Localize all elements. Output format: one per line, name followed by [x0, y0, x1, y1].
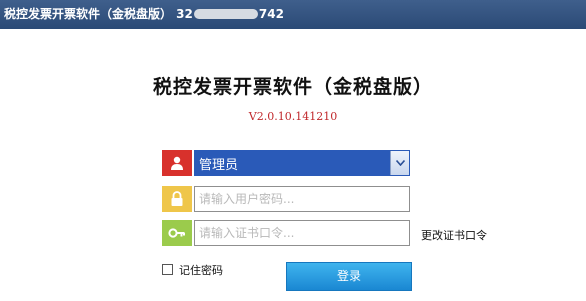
password-row	[162, 186, 410, 212]
remember-password-checkbox[interactable]: 记住密码	[162, 262, 223, 278]
chevron-down-icon[interactable]	[390, 151, 409, 175]
key-icon	[162, 220, 192, 246]
password-field-box	[194, 186, 410, 212]
window-titlebar: 税控发票开票软件（金税盘版） 32 742	[0, 0, 586, 29]
lock-icon	[162, 186, 192, 212]
user-row: 管理员	[162, 150, 410, 176]
version-label: V2.0.10.141210	[248, 110, 338, 123]
user-icon	[162, 150, 192, 176]
window-title-suffix: 742	[258, 7, 284, 21]
cert-password-input[interactable]	[195, 221, 409, 245]
password-input[interactable]	[195, 187, 409, 211]
cert-row	[162, 220, 410, 246]
remember-password-label: 记住密码	[179, 264, 223, 277]
change-cert-password-link[interactable]: 更改证书口令	[421, 227, 487, 243]
redacted-serial-mask	[193, 9, 258, 19]
window-title-prefix: 税控发票开票软件（金税盘版） 32	[4, 7, 193, 21]
user-select[interactable]: 管理员	[194, 150, 410, 176]
cert-field-box	[194, 220, 410, 246]
checkbox-box[interactable]	[162, 264, 173, 275]
window-title: 税控发票开票软件（金税盘版） 32 742	[4, 0, 284, 29]
app-title: 税控发票开票软件（金税盘版）	[152, 76, 433, 98]
login-button[interactable]: 登录	[286, 262, 412, 291]
user-select-value: 管理员	[199, 158, 239, 173]
